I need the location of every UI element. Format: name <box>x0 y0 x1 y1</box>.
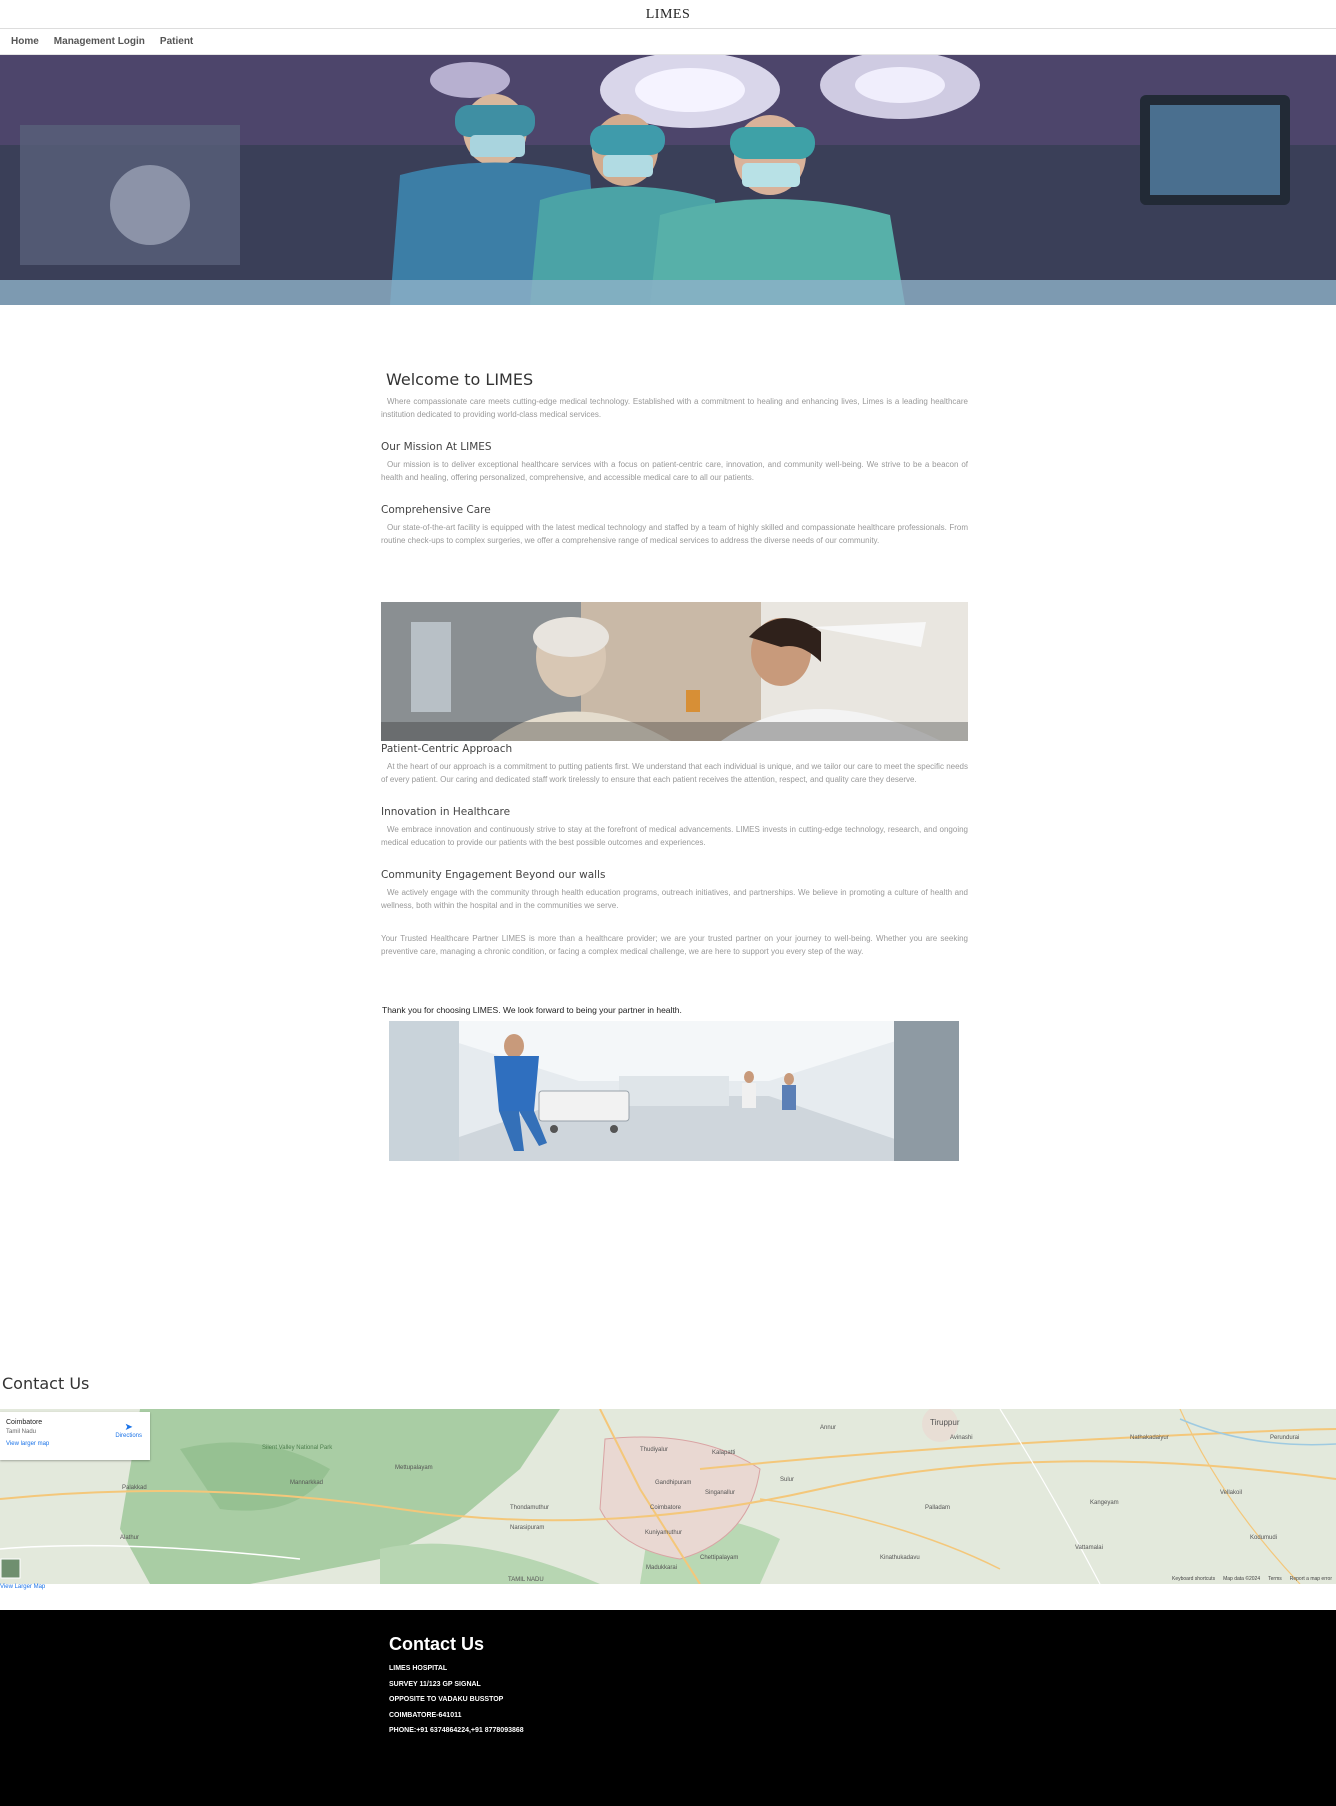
map-illustration[interactable]: Thudiyalur Kalapatti Coimbatore Gandhipu… <box>0 1409 1336 1584</box>
map-label-kalapatti: Kalapatti <box>712 1450 735 1456</box>
section-text-mission: Our mission is to deliver exceptional he… <box>381 460 968 482</box>
contact-title: Contact Us <box>2 1374 90 1393</box>
section-text-care: Our state-of-the-art facility is equippe… <box>381 523 968 545</box>
map-label-chettipalayam: Chettipalayam <box>700 1555 738 1561</box>
map-label-tiruppur: Tiruppur <box>930 1418 960 1427</box>
top-bar: LIMES <box>0 0 1336 29</box>
map-embed[interactable]: Thudiyalur Kalapatti Coimbatore Gandhipu… <box>0 1409 1336 1584</box>
map-report-error[interactable]: Report a map error <box>1290 1576 1332 1582</box>
nav-patient[interactable]: Patient <box>160 36 193 47</box>
site-brand[interactable]: LIMES <box>646 7 691 22</box>
nav-management-login[interactable]: Management Login <box>54 36 145 47</box>
main-content-2: Patient-Centric Approach At the heart of… <box>381 723 968 958</box>
map-label-thondamuthur: Thondamuthur <box>510 1505 549 1511</box>
section-heading-care: Comprehensive Care <box>381 504 491 516</box>
map-label-mettupalayam: Mettupalayam <box>395 1465 433 1471</box>
map-keyboard-shortcuts[interactable]: Keyboard shortcuts <box>1172 1576 1215 1582</box>
nurse-patient-illustration <box>381 602 968 741</box>
nurse-patient-image <box>381 602 968 741</box>
section-text-patient-centric: At the heart of our approach is a commit… <box>381 762 968 784</box>
map-label-kangeyam: Kangeyam <box>1090 1500 1119 1506</box>
map-terms[interactable]: Terms <box>1268 1576 1282 1582</box>
footer-contact: Contact Us LIMES HOSPITAL SURVEY 11/123 … <box>389 1634 524 1739</box>
view-larger-map-bottom-link[interactable]: View Larger Map <box>0 1584 45 1590</box>
map-label-gandhipuram: Gandhipuram <box>655 1480 691 1486</box>
section-heading-mission: Our Mission At LIMES <box>381 441 492 453</box>
map-label-kodumudi: Kodumudi <box>1250 1535 1277 1541</box>
main-nav: Home Management Login Patient <box>0 29 1336 55</box>
map-label-narasipuram: Narasipuram <box>510 1525 544 1531</box>
map-label-avinashi: Avinashi <box>950 1435 973 1441</box>
hero-illustration <box>0 55 1336 305</box>
section-text-innovation: We embrace innovation and continuously s… <box>381 825 968 847</box>
section-heading-innovation: Innovation in Healthcare <box>381 806 511 818</box>
map-label-silent-valley: Silent Valley National Park <box>262 1445 333 1451</box>
footer-address-line-1: SURVEY 11/123 GP SIGNAL <box>389 1680 481 1688</box>
footer-city: COIMBATORE-641011 <box>389 1711 462 1719</box>
map-label-tamil-nadu: TAMIL NADU <box>508 1577 544 1583</box>
map-label-palakkad: Palakkad <box>122 1485 147 1491</box>
footer-hospital-name: LIMES HOSPITAL <box>389 1665 448 1672</box>
view-larger-map-link[interactable]: View larger map <box>6 1441 144 1447</box>
footer: Contact Us LIMES HOSPITAL SURVEY 11/123 … <box>0 1610 1336 1806</box>
map-label-sulur: Sulur <box>780 1477 794 1483</box>
map-label-vellakoil: Vellakoil <box>1220 1490 1242 1496</box>
map-label-mannarkkad: Mannarkkad <box>290 1480 323 1486</box>
map-label-thudiyalur: Thudiyalur <box>640 1447 668 1453</box>
hero-image <box>0 55 1336 305</box>
footer-phone: PHONE:+91 6374864224,+91 8778093868 <box>389 1727 524 1734</box>
footer-address-line-2: OPPOSITE TO VADAKU BUSSTOP <box>389 1696 504 1703</box>
section-heading-patient-centric: Patient-Centric Approach <box>381 743 513 755</box>
partner-text: Your Trusted Healthcare Partner LIMES is… <box>381 934 968 956</box>
welcome-title: Welcome to LIMES <box>386 370 534 389</box>
map-data-credit: Map data ©2024 <box>1223 1576 1261 1582</box>
map-label-vattamalai: Vattamalai <box>1075 1545 1103 1551</box>
map-label-alathur: Alathur <box>120 1535 139 1541</box>
map-label-kinathukadavu: Kinathukadavu <box>880 1555 920 1561</box>
map-label-madukkarai: Madukkarai <box>646 1565 677 1571</box>
map-place-card: Coimbatore Tamil Nadu View larger map ➤ … <box>0 1412 150 1460</box>
directions-label: Directions <box>115 1433 142 1439</box>
map-footer: Keyboard shortcuts Map data ©2024 Terms … <box>1172 1576 1332 1582</box>
welcome-intro: Where compassionate care meets cutting-e… <box>381 397 968 419</box>
thanks-text: Thank you for choosing LIMES. We look fo… <box>382 1005 682 1015</box>
footer-title: Contact Us <box>389 1634 485 1654</box>
section-heading-community: Community Engagement Beyond our walls <box>381 869 606 881</box>
directions-icon: ➤ <box>124 1422 133 1433</box>
directions-button[interactable]: ➤ Directions <box>115 1422 142 1439</box>
map-label-palladam: Palladam <box>925 1505 950 1511</box>
main-content: Welcome to LIMES Where compassionate car… <box>381 370 968 547</box>
map-label-nathakadaiyur: Nathakadaiyur <box>1130 1435 1169 1441</box>
map-label-kuniyamuthur: Kuniyamuthur <box>645 1530 682 1536</box>
corridor-illustration <box>389 1021 959 1161</box>
map-label-perundurai: Perundurai <box>1270 1435 1299 1441</box>
section-text-community: We actively engage with the community th… <box>381 888 968 910</box>
map-label-singanallur: Singanallur <box>705 1490 735 1496</box>
map-label-annur: Annur <box>820 1425 836 1431</box>
map-label-coimbatore: Coimbatore <box>650 1505 682 1511</box>
nav-home[interactable]: Home <box>11 36 39 47</box>
corridor-image <box>389 1021 959 1161</box>
